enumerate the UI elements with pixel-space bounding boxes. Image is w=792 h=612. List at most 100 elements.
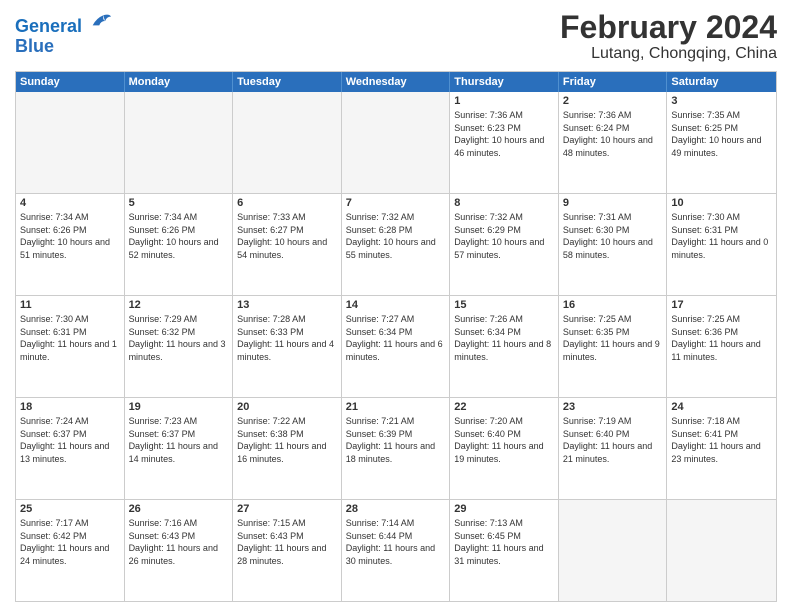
day-info: Sunrise: 7:34 AMSunset: 6:26 PMDaylight:… — [20, 211, 120, 261]
day-number: 6 — [237, 197, 337, 209]
calendar-day-cell: 14 Sunrise: 7:27 AMSunset: 6:34 PMDayligh… — [342, 296, 451, 397]
day-info: Sunrise: 7:25 AMSunset: 6:35 PMDaylight:… — [563, 313, 663, 363]
calendar-day-cell: 1Sunrise: 7:36 AMSunset: 6:23 PMDaylight… — [450, 92, 559, 193]
calendar-day-cell: 20 Sunrise: 7:22 AMSunset: 6:38 PMDayligh… — [233, 398, 342, 499]
day-number: 16 — [563, 299, 663, 311]
day-number: 10 — [671, 197, 772, 209]
day-number: 9 — [563, 197, 663, 209]
title-block: February 2024 Lutang, Chongqing, China — [560, 10, 777, 63]
day-info: Sunrise: 7:26 AMSunset: 6:34 PMDaylight:… — [454, 313, 554, 363]
day-number: 22 — [454, 401, 554, 413]
calendar-day-cell: 10 Sunrise: 7:30 AMSunset: 6:31 PMDayligh… — [667, 194, 776, 295]
calendar-week-2: 4Sunrise: 7:34 AMSunset: 6:26 PMDaylight… — [16, 193, 776, 295]
day-number: 26 — [129, 503, 229, 515]
calendar-day-cell: 4Sunrise: 7:34 AMSunset: 6:26 PMDaylight… — [16, 194, 125, 295]
day-info: Sunrise: 7:31 AMSunset: 6:30 PMDaylight:… — [563, 211, 663, 261]
logo: General Blue — [15, 10, 111, 57]
weekday-header: Wednesday — [342, 72, 451, 92]
day-info: Sunrise: 7:20 AMSunset: 6:40 PMDaylight:… — [454, 415, 554, 465]
calendar-day-cell — [559, 500, 668, 601]
calendar-day-cell — [342, 92, 451, 193]
calendar-week-4: 18 Sunrise: 7:24 AMSunset: 6:37 PMDayligh… — [16, 397, 776, 499]
day-info: Sunrise: 7:33 AMSunset: 6:27 PMDaylight:… — [237, 211, 337, 261]
day-number: 12 — [129, 299, 229, 311]
header: General Blue February 2024 Lutang, Chong… — [15, 10, 777, 63]
day-number: 1 — [454, 95, 554, 107]
weekday-header: Thursday — [450, 72, 559, 92]
calendar-day-cell: 26 Sunrise: 7:16 AMSunset: 6:43 PMDayligh… — [125, 500, 234, 601]
day-number: 25 — [20, 503, 120, 515]
day-number: 15 — [454, 299, 554, 311]
day-number: 2 — [563, 95, 663, 107]
calendar-location: Lutang, Chongqing, China — [560, 45, 777, 63]
logo-blue: Blue — [15, 37, 111, 57]
day-info: Sunrise: 7:29 AMSunset: 6:32 PMDaylight:… — [129, 313, 229, 363]
day-info: Sunrise: 7:23 AMSunset: 6:37 PMDaylight:… — [129, 415, 229, 465]
day-number: 5 — [129, 197, 229, 209]
calendar-day-cell: 7Sunrise: 7:32 AMSunset: 6:28 PMDaylight… — [342, 194, 451, 295]
calendar-day-cell: 15 Sunrise: 7:26 AMSunset: 6:34 PMDayligh… — [450, 296, 559, 397]
day-info: Sunrise: 7:28 AMSunset: 6:33 PMDaylight:… — [237, 313, 337, 363]
day-info: Sunrise: 7:22 AMSunset: 6:38 PMDaylight:… — [237, 415, 337, 465]
page: General Blue February 2024 Lutang, Chong… — [0, 0, 792, 612]
calendar-day-cell: 21Sunrise: 7:21 AMSunset: 6:39 PMDayligh… — [342, 398, 451, 499]
logo-text: General — [15, 10, 111, 37]
calendar-day-cell — [667, 500, 776, 601]
calendar-body: 1Sunrise: 7:36 AMSunset: 6:23 PMDaylight… — [16, 92, 776, 601]
calendar-day-cell — [233, 92, 342, 193]
calendar-day-cell: 11 Sunrise: 7:30 AMSunset: 6:31 PMDayligh… — [16, 296, 125, 397]
weekday-header: Sunday — [16, 72, 125, 92]
day-info: Sunrise: 7:24 AMSunset: 6:37 PMDaylight:… — [20, 415, 120, 465]
calendar-day-cell: 29Sunrise: 7:13 AMSunset: 6:45 PMDayligh… — [450, 500, 559, 601]
day-info: Sunrise: 7:16 AMSunset: 6:43 PMDaylight:… — [129, 517, 229, 567]
day-number: 8 — [454, 197, 554, 209]
day-info: Sunrise: 7:25 AMSunset: 6:36 PMDaylight:… — [671, 313, 772, 363]
day-info: Sunrise: 7:30 AMSunset: 6:31 PMDaylight:… — [671, 211, 772, 261]
calendar-day-cell: 12 Sunrise: 7:29 AMSunset: 6:32 PMDayligh… — [125, 296, 234, 397]
day-info: Sunrise: 7:32 AMSunset: 6:29 PMDaylight:… — [454, 211, 554, 261]
calendar-week-1: 1Sunrise: 7:36 AMSunset: 6:23 PMDaylight… — [16, 92, 776, 193]
calendar-day-cell: 8 Sunrise: 7:32 AMSunset: 6:29 PMDaylight… — [450, 194, 559, 295]
day-number: 27 — [237, 503, 337, 515]
day-info: Sunrise: 7:32 AMSunset: 6:28 PMDaylight:… — [346, 211, 446, 261]
day-number: 13 — [237, 299, 337, 311]
calendar: SundayMondayTuesdayWednesdayThursdayFrid… — [15, 71, 777, 602]
day-number: 14 — [346, 299, 446, 311]
day-number: 11 — [20, 299, 120, 311]
calendar-day-cell: 6 Sunrise: 7:33 AMSunset: 6:27 PMDaylight… — [233, 194, 342, 295]
calendar-header: SundayMondayTuesdayWednesdayThursdayFrid… — [16, 72, 776, 92]
calendar-day-cell: 27 Sunrise: 7:15 AMSunset: 6:43 PMDayligh… — [233, 500, 342, 601]
day-number: 23 — [563, 401, 663, 413]
calendar-day-cell: 2 Sunrise: 7:36 AMSunset: 6:24 PMDaylight… — [559, 92, 668, 193]
day-info: Sunrise: 7:19 AMSunset: 6:40 PMDaylight:… — [563, 415, 663, 465]
day-number: 18 — [20, 401, 120, 413]
day-info: Sunrise: 7:35 AMSunset: 6:25 PMDaylight:… — [671, 109, 772, 159]
day-info: Sunrise: 7:34 AMSunset: 6:26 PMDaylight:… — [129, 211, 229, 261]
weekday-header: Monday — [125, 72, 234, 92]
calendar-day-cell: 9 Sunrise: 7:31 AMSunset: 6:30 PMDaylight… — [559, 194, 668, 295]
day-number: 29 — [454, 503, 554, 515]
calendar-day-cell — [16, 92, 125, 193]
weekday-header: Saturday — [667, 72, 776, 92]
day-info: Sunrise: 7:21 AMSunset: 6:39 PMDaylight:… — [346, 415, 446, 465]
calendar-day-cell: 23 Sunrise: 7:19 AMSunset: 6:40 PMDayligh… — [559, 398, 668, 499]
day-info: Sunrise: 7:30 AMSunset: 6:31 PMDaylight:… — [20, 313, 120, 363]
calendar-day-cell: 25Sunrise: 7:17 AMSunset: 6:42 PMDayligh… — [16, 500, 125, 601]
calendar-day-cell: 3Sunrise: 7:35 AMSunset: 6:25 PMDaylight… — [667, 92, 776, 193]
day-info: Sunrise: 7:15 AMSunset: 6:43 PMDaylight:… — [237, 517, 337, 567]
calendar-week-5: 25Sunrise: 7:17 AMSunset: 6:42 PMDayligh… — [16, 499, 776, 601]
weekday-header: Friday — [559, 72, 668, 92]
calendar-day-cell: 13 Sunrise: 7:28 AMSunset: 6:33 PMDayligh… — [233, 296, 342, 397]
day-info: Sunrise: 7:14 AMSunset: 6:44 PMDaylight:… — [346, 517, 446, 567]
day-info: Sunrise: 7:27 AMSunset: 6:34 PMDaylight:… — [346, 313, 446, 363]
calendar-day-cell: 22 Sunrise: 7:20 AMSunset: 6:40 PMDayligh… — [450, 398, 559, 499]
day-number: 28 — [346, 503, 446, 515]
logo-bird-icon — [89, 10, 111, 32]
day-info: Sunrise: 7:36 AMSunset: 6:24 PMDaylight:… — [563, 109, 663, 159]
calendar-day-cell: 19Sunrise: 7:23 AMSunset: 6:37 PMDayligh… — [125, 398, 234, 499]
day-number: 20 — [237, 401, 337, 413]
calendar-title: February 2024 — [560, 10, 777, 45]
calendar-day-cell: 17Sunrise: 7:25 AMSunset: 6:36 PMDayligh… — [667, 296, 776, 397]
calendar-day-cell: 16 Sunrise: 7:25 AMSunset: 6:35 PMDayligh… — [559, 296, 668, 397]
calendar-day-cell: 5 Sunrise: 7:34 AMSunset: 6:26 PMDaylight… — [125, 194, 234, 295]
